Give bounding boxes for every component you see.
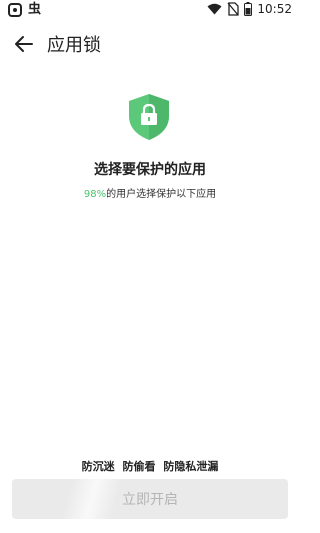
subline: 98%的用户选择保护以下应用 [0, 185, 300, 200]
subline-text: 的用户选择保护以下应用 [106, 189, 217, 200]
feature-anti-peek: 防偷看 [122, 460, 156, 473]
enable-now-label: 立即开启 [122, 492, 178, 508]
feature-privacy-leak: 防隐私泄漏 [163, 460, 219, 473]
status-bar: 虫 10:52 [0, 0, 300, 22]
battery-icon [244, 2, 253, 16]
arrow-left-icon [15, 36, 33, 52]
percent-value: 98% [83, 189, 107, 200]
headline: 选择要保护的应用 [94, 162, 206, 178]
bug-icon: 虫 [28, 2, 42, 17]
wifi-icon [207, 3, 222, 15]
back-button[interactable] [12, 32, 36, 56]
page-title: 应用锁 [47, 35, 101, 56]
feature-anti-addiction: 防沉迷 [81, 460, 115, 473]
status-bar-right: 10:52 [207, 2, 292, 16]
no-sim-icon [227, 2, 240, 16]
app-notification-icon [8, 3, 22, 17]
app-lock-screen: 虫 10:52 应用锁 选择要保护的应用 98%的用户选择保护以下应用 防沉迷 … [0, 0, 300, 533]
enable-now-button[interactable]: 立即开启 [12, 479, 288, 519]
feature-list: 防沉迷 防偷看 防隐私泄漏 [0, 458, 300, 474]
shield-lock-icon [129, 94, 169, 140]
header: 应用锁 [0, 28, 300, 60]
status-time: 10:52 [257, 2, 292, 16]
status-bar-left: 虫 [8, 3, 41, 17]
